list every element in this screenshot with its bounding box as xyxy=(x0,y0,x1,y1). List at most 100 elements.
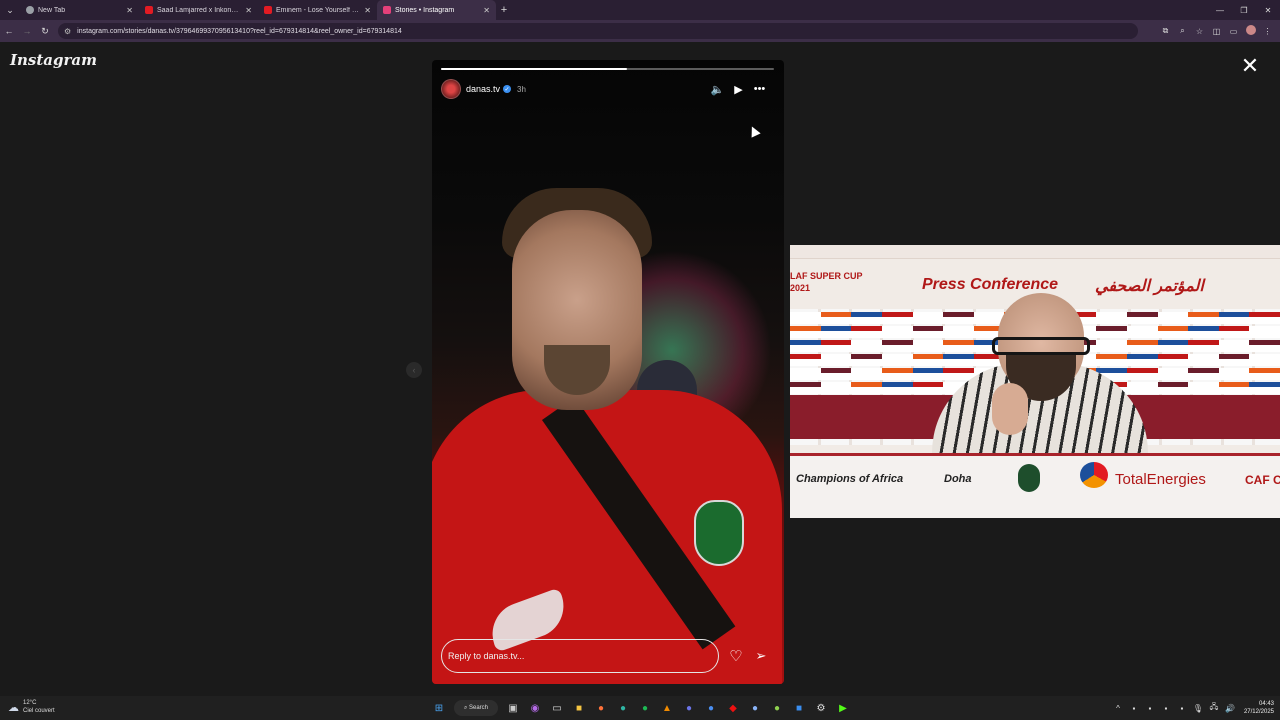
chrome-favicon-icon xyxy=(26,6,34,14)
sponsor-logo xyxy=(790,354,821,366)
previous-story-icon[interactable]: ‹ xyxy=(406,362,422,378)
firefox-icon[interactable]: ● xyxy=(590,698,612,718)
more-options-icon[interactable]: ••• xyxy=(749,83,770,95)
tray-app3-icon[interactable]: ▪ xyxy=(1158,704,1174,713)
app-settings-icon[interactable]: ⚙ xyxy=(810,698,832,718)
sponsor-logo xyxy=(1188,326,1219,338)
task-view-icon[interactable]: ▣ xyxy=(502,698,524,718)
overlay-top-strip xyxy=(790,245,1280,259)
address-bar[interactable]: ⚙ instagram.com/stories/danas.tv/3796469… xyxy=(58,23,1138,39)
discord-icon[interactable]: ● xyxy=(678,698,700,718)
press-conference-title: Press Conference xyxy=(922,276,1059,293)
site-info-icon[interactable]: ⚙ xyxy=(64,27,71,36)
app-blue-icon[interactable]: ■ xyxy=(788,698,810,718)
tab-close-icon[interactable]: ✕ xyxy=(364,6,371,15)
tab-close-icon[interactable]: ✕ xyxy=(126,6,133,15)
totalenergies-logo xyxy=(1080,462,1108,488)
copilot-icon[interactable]: ◉ xyxy=(524,698,546,718)
network-icon[interactable]: 🖧 xyxy=(1206,701,1222,715)
tab-close-icon[interactable]: ✕ xyxy=(483,6,490,15)
url-text[interactable]: instagram.com/stories/danas.tv/379646993… xyxy=(77,28,402,35)
app-green-icon[interactable]: ● xyxy=(766,698,788,718)
like-heart-icon[interactable]: ♡ xyxy=(726,646,746,666)
windows-taskbar: ☁ 12°C Ciel couvert ⊞ ⌕ Search ▣ ◉ ▭ ■ ●… xyxy=(0,696,1280,720)
install-app-icon[interactable]: ⧉ xyxy=(1157,26,1174,36)
file-explorer-icon[interactable]: ■ xyxy=(568,698,590,718)
caf-right-text: CAF C xyxy=(1245,473,1280,487)
sponsor-logo xyxy=(790,368,821,380)
sponsor-logo xyxy=(790,382,821,394)
streamer-person xyxy=(932,293,1148,453)
app-red-icon[interactable]: ◆ xyxy=(722,698,744,718)
edge-icon[interactable]: ● xyxy=(612,698,634,718)
forward-icon[interactable]: → xyxy=(18,26,36,36)
story-username[interactable]: danas.tv xyxy=(466,84,500,94)
story-progress-bar xyxy=(441,68,774,70)
speaker-icon[interactable]: 🔊 xyxy=(1222,704,1238,713)
tray-app4-icon[interactable]: ▪ xyxy=(1174,704,1190,713)
extensions-icon[interactable]: ◫ xyxy=(1208,27,1225,36)
tray-app-icon[interactable]: ▪ xyxy=(1126,704,1142,713)
sponsor-logo xyxy=(1249,382,1280,394)
zoom-icon[interactable]: ⌕ xyxy=(1174,26,1191,36)
clock-date: 27/12/2025 xyxy=(1243,709,1274,715)
story-avatar[interactable] xyxy=(441,79,461,99)
chrome-active-icon[interactable]: ● xyxy=(744,698,766,718)
sponsor-logo xyxy=(1249,340,1280,352)
clock[interactable]: 04:43 27/12/2025 xyxy=(1244,700,1274,716)
morocco-crest xyxy=(694,500,744,566)
press-conference-video-overlay[interactable]: LAF SUPER CUP 2021 Press Conference المؤ… xyxy=(790,245,1280,518)
tab-close-icon[interactable]: ✕ xyxy=(245,6,252,15)
story-timestamp: 3h xyxy=(517,84,526,94)
sponsor-logo xyxy=(1249,326,1280,338)
sponsor-logo xyxy=(851,354,882,366)
maximize-icon[interactable]: ❐ xyxy=(1232,6,1256,15)
volume-icon[interactable]: 🔈 xyxy=(707,83,728,96)
split-view-icon[interactable]: ▭ xyxy=(1225,27,1242,36)
sponsor-logo xyxy=(820,382,852,394)
tab-instagram-stories[interactable]: Stories • Instagram ✕ xyxy=(377,0,496,20)
app-play-icon[interactable]: ▶ xyxy=(832,698,854,718)
new-tab-button[interactable]: + xyxy=(496,4,512,16)
weather-widget[interactable]: ☁ 12°C Ciel couvert xyxy=(8,699,55,715)
sponsor-logo xyxy=(851,326,882,338)
microphone-icon[interactable]: 🎙 xyxy=(1190,704,1206,713)
sponsor-logo xyxy=(1157,312,1189,324)
tab-search-icon[interactable]: ⌄ xyxy=(0,0,20,20)
reload-icon[interactable]: ↻ xyxy=(36,26,54,37)
tab-label: Saad Lamjarred x Inkonnu x Ati xyxy=(157,6,241,14)
sponsor-logo xyxy=(1188,312,1219,324)
tab-new-tab[interactable]: New Tab ✕ xyxy=(20,0,139,20)
spotify-icon[interactable]: ● xyxy=(634,698,656,718)
champions-of-africa-text: Champions of Africa xyxy=(796,473,904,485)
tray-app2-icon[interactable]: ▪ xyxy=(1142,704,1158,713)
taskbar-search[interactable]: ⌕ Search xyxy=(454,700,498,716)
tab-saad-lamjarred[interactable]: Saad Lamjarred x Inkonnu x Ati ✕ xyxy=(139,0,258,20)
instagram-stories-page: Instagram ✕ ‹ danas.tv ✓ 3h 🔈 ▶ ••• Repl… xyxy=(0,42,1280,696)
profile-avatar-icon[interactable] xyxy=(1242,25,1259,37)
clock-time: 04:43 xyxy=(1258,701,1274,707)
send-message-icon[interactable]: ➢ xyxy=(751,646,771,666)
story-viewer[interactable]: danas.tv ✓ 3h 🔈 ▶ ••• Reply to danas.tv.… xyxy=(432,60,784,684)
app-icon[interactable]: ▭ xyxy=(546,698,568,718)
sponsor-logo xyxy=(881,354,913,366)
windows-start-icon[interactable]: ⊞ xyxy=(428,698,450,718)
sponsor-logo xyxy=(820,326,852,338)
sponsor-logo xyxy=(1157,368,1189,380)
chrome-icon[interactable]: ● xyxy=(700,698,722,718)
sponsor-logo xyxy=(1188,368,1219,380)
menu-icon[interactable]: ⋮ xyxy=(1259,27,1276,36)
minimize-icon[interactable]: — xyxy=(1208,6,1232,15)
sponsor-logo xyxy=(820,340,852,352)
reply-input[interactable]: Reply to danas.tv... xyxy=(441,639,719,673)
vlc-icon[interactable]: ▲ xyxy=(656,698,678,718)
tray-chevron-icon[interactable]: ^ xyxy=(1110,704,1126,713)
bookmark-star-icon[interactable]: ☆ xyxy=(1191,27,1208,36)
browser-toolbar: ← → ↻ ⚙ instagram.com/stories/danas.tv/3… xyxy=(0,20,1280,42)
tab-eminem[interactable]: Eminem - Lose Yourself - YouTu ✕ xyxy=(258,0,377,20)
close-icon[interactable]: ✕ xyxy=(1238,53,1262,78)
close-window-icon[interactable]: ✕ xyxy=(1256,6,1280,15)
play-icon[interactable]: ▶ xyxy=(728,83,749,96)
back-icon[interactable]: ← xyxy=(0,26,18,36)
instagram-logo[interactable]: Instagram xyxy=(10,51,97,69)
